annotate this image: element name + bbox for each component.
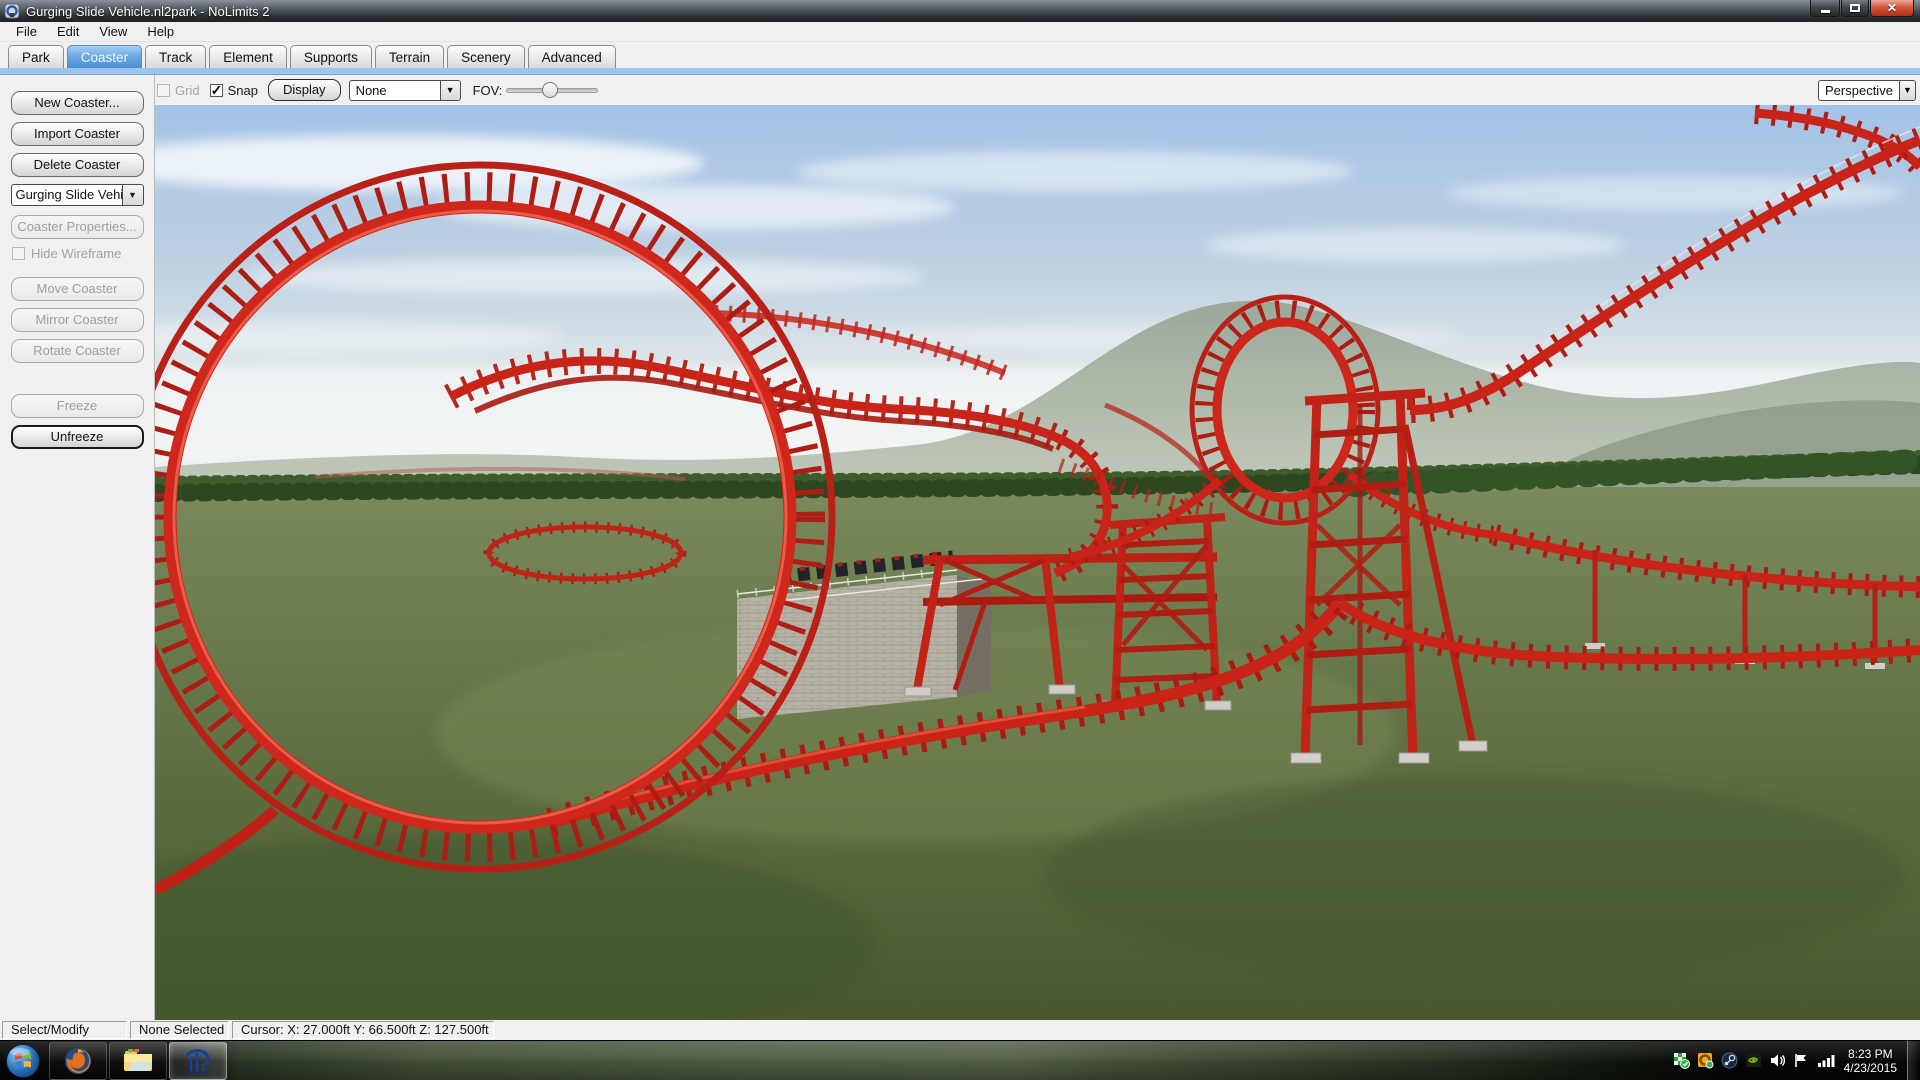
viewport-3d[interactable]: [155, 105, 1920, 1020]
system-tray: [1673, 1052, 1836, 1069]
nolimits-coaster-icon: [183, 1046, 213, 1076]
tab-element[interactable]: Element: [209, 45, 287, 68]
windows-taskbar: 8:23 PM 4/23/2015: [0, 1040, 1920, 1080]
import-coaster-button[interactable]: Import Coaster: [11, 122, 144, 146]
close-button[interactable]: ✕: [1870, 0, 1914, 17]
mode-tab-bar: Park Coaster Track Element Supports Terr…: [0, 42, 1920, 68]
snap-checkbox[interactable]: [210, 84, 223, 97]
taskbar-app-explorer[interactable]: [109, 1042, 167, 1080]
show-desktop-button[interactable]: [1907, 1041, 1920, 1080]
tab-track[interactable]: Track: [145, 45, 206, 68]
title-bar[interactable]: Gurging Slide Vehicle.nl2park - NoLimits…: [0, 0, 1920, 22]
network-signal-icon[interactable]: [1817, 1052, 1836, 1069]
window-title: Gurging Slide Vehicle.nl2park - NoLimits…: [26, 4, 270, 19]
windows-logo-icon: [5, 1043, 41, 1079]
tab-park[interactable]: Park: [8, 45, 64, 68]
maximize-button[interactable]: [1841, 0, 1869, 17]
antivirus-app-icon[interactable]: [1697, 1052, 1714, 1069]
viewport-toolbar: Grid Snap Display None ▼ FOV: Perspectiv…: [155, 75, 1920, 105]
display-mode-value: None: [350, 81, 440, 100]
grid-checkbox[interactable]: [157, 84, 170, 97]
mirror-coaster-button[interactable]: Mirror Coaster: [11, 308, 144, 332]
freeze-button[interactable]: Freeze: [11, 394, 144, 418]
fov-slider[interactable]: [506, 82, 598, 98]
fov-control: FOV:: [473, 82, 599, 98]
minimize-icon: [1821, 10, 1830, 13]
chevron-down-icon: ▼: [1899, 81, 1915, 100]
snap-label: Snap: [228, 83, 258, 98]
close-icon: ✕: [1887, 1, 1897, 15]
rotate-coaster-button[interactable]: Rotate Coaster: [11, 339, 144, 363]
tab-advanced[interactable]: Advanced: [528, 45, 616, 68]
hide-wireframe-row: Hide Wireframe: [12, 246, 154, 261]
menu-view[interactable]: View: [89, 23, 137, 40]
minimize-button[interactable]: [1810, 0, 1840, 17]
chevron-down-icon: ▼: [440, 81, 460, 100]
delete-coaster-button[interactable]: Delete Coaster: [11, 153, 144, 177]
clock-date: 4/23/2015: [1844, 1061, 1897, 1075]
tab-supports[interactable]: Supports: [290, 45, 372, 68]
menu-help[interactable]: Help: [137, 23, 184, 40]
steam-icon[interactable]: [1721, 1052, 1738, 1069]
tab-scenery[interactable]: Scenery: [447, 45, 525, 68]
coaster-properties-button[interactable]: Coaster Properties...: [11, 215, 144, 239]
coaster-sidebar: New Coaster... Import Coaster Delete Coa…: [0, 75, 155, 1020]
windows-explorer-icon: [122, 1047, 154, 1075]
clock-time: 8:23 PM: [1844, 1047, 1897, 1061]
menu-edit[interactable]: Edit: [47, 23, 89, 40]
coaster-select-value: Gurging Slide Vehi: [12, 185, 122, 205]
grid-label: Grid: [175, 83, 200, 98]
firefox-icon: [63, 1046, 93, 1076]
hide-wireframe-checkbox[interactable]: [12, 247, 25, 260]
hide-wireframe-label: Hide Wireframe: [31, 246, 121, 261]
start-button[interactable]: [3, 1042, 43, 1080]
status-selection: None Selected: [130, 1021, 229, 1039]
coaster-select-dropdown[interactable]: Gurging Slide Vehi ▼: [11, 184, 144, 206]
fov-slider-thumb[interactable]: [542, 82, 558, 98]
status-mode: Select/Modify: [2, 1021, 127, 1039]
display-mode-dropdown[interactable]: None ▼: [349, 80, 461, 101]
chevron-down-icon: ▼: [122, 185, 143, 205]
view-mode-value: Perspective: [1819, 81, 1899, 100]
new-coaster-button[interactable]: New Coaster...: [11, 91, 144, 115]
action-center-flag-icon[interactable]: [1793, 1052, 1810, 1069]
display-button[interactable]: Display: [268, 79, 341, 101]
taskbar-app-nolimits[interactable]: [169, 1042, 227, 1080]
nvidia-icon[interactable]: [1745, 1052, 1762, 1069]
unfreeze-button[interactable]: Unfreeze: [11, 425, 144, 449]
tab-terrain[interactable]: Terrain: [375, 45, 444, 68]
tab-coaster[interactable]: Coaster: [67, 45, 142, 68]
status-bar: Select/Modify None Selected Cursor: X: 2…: [0, 1020, 1920, 1040]
taskbar-app-firefox[interactable]: [49, 1042, 107, 1080]
status-cursor-coordinates: Cursor: X: 27.000ft Y: 66.500ft Z: 127.5…: [232, 1021, 494, 1039]
nolimits-editor-window: Gurging Slide Vehicle.nl2park - NoLimits…: [0, 0, 1920, 1080]
view-mode-dropdown[interactable]: Perspective ▼: [1818, 80, 1916, 101]
taskbar-clock[interactable]: 8:23 PM 4/23/2015: [1844, 1047, 1897, 1075]
sync-app-icon[interactable]: [1673, 1052, 1690, 1069]
menu-file[interactable]: File: [6, 23, 47, 40]
viewport-3d-scene: [155, 105, 1920, 1020]
maximize-icon: [1850, 4, 1860, 12]
move-coaster-button[interactable]: Move Coaster: [11, 277, 144, 301]
active-tab-accent-strip: [0, 68, 1920, 75]
fov-label: FOV:: [473, 83, 503, 98]
app-icon: [4, 3, 20, 19]
window-controls: ✕: [1809, 0, 1914, 17]
menu-bar: File Edit View Help: [0, 22, 1920, 42]
volume-icon[interactable]: [1769, 1052, 1786, 1069]
